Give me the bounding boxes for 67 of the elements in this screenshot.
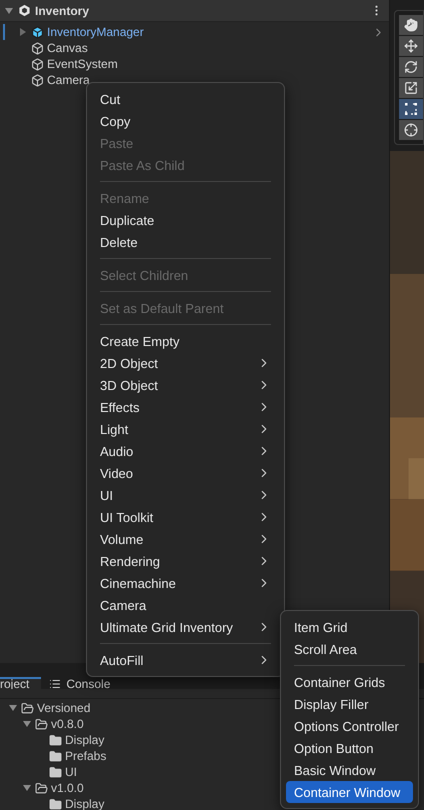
cube-icon <box>31 42 44 54</box>
menu-item[interactable]: Basic Window <box>286 759 413 781</box>
folder-name[interactable]: Versioned <box>37 701 90 715</box>
folder-icon <box>49 734 62 746</box>
cube-icon <box>31 26 44 38</box>
menu-item[interactable]: Option Button <box>286 737 413 759</box>
submenu-item[interactable]: Rendering <box>92 550 279 572</box>
submenu-item[interactable]: AutoFill <box>92 649 279 671</box>
menu-item[interactable]: Item Grid <box>286 616 413 638</box>
folder-icon <box>49 750 62 762</box>
hand-icon <box>404 18 418 32</box>
submenu-item[interactable]: UI Toolkit <box>92 506 279 528</box>
rotate-icon <box>404 60 418 74</box>
expand-arrow-icon[interactable] <box>18 27 28 37</box>
menu-item[interactable]: Display Filler <box>286 693 413 715</box>
open-folder-icon <box>35 718 48 730</box>
submenu-item[interactable]: Video <box>92 462 279 484</box>
submenu-item[interactable]: 3D Object <box>92 374 279 396</box>
tool-button[interactable] <box>399 78 423 98</box>
submenu-item[interactable]: 2D Object <box>92 352 279 374</box>
hierarchy-item[interactable]: EventSystem <box>47 57 385 71</box>
menu-item[interactable]: Delete <box>92 231 279 253</box>
folder-name[interactable]: UI <box>65 765 77 779</box>
folder-icon <box>49 766 62 778</box>
folder-name[interactable]: v1.0.0 <box>51 781 84 795</box>
menu-item[interactable]: Duplicate <box>92 209 279 231</box>
menu-item[interactable]: Options Controller <box>286 715 413 737</box>
submenu-item[interactable]: Light <box>92 418 279 440</box>
tool-button[interactable] <box>399 99 423 119</box>
tool-button[interactable] <box>399 36 423 56</box>
collapse-arrow-icon[interactable] <box>22 719 32 729</box>
menu-item[interactable]: Container Window <box>286 781 413 803</box>
crosshair-icon <box>404 123 418 137</box>
collapse-arrow-icon[interactable] <box>22 783 32 793</box>
panel-tab[interactable]: roject <box>0 677 42 689</box>
folder-icon <box>49 798 62 810</box>
submenu-item[interactable]: Volume <box>92 528 279 550</box>
submenu-item[interactable]: Cinemachine <box>92 572 279 594</box>
folder-name[interactable]: Prefabs <box>65 749 106 763</box>
folder-name[interactable]: Display <box>65 733 104 747</box>
menu-item[interactable]: Cut <box>92 88 279 110</box>
tool-button[interactable] <box>399 120 423 140</box>
hierarchy-item[interactable]: InventoryManager <box>47 25 369 39</box>
collapse-arrow-icon[interactable] <box>4 6 14 16</box>
menu-item[interactable]: Camera <box>92 594 279 616</box>
submenu-item[interactable]: Audio <box>92 440 279 462</box>
menu-item[interactable]: Container Grids <box>286 671 413 693</box>
submenu-item[interactable]: UI <box>92 484 279 506</box>
submenu-item[interactable]: Effects <box>92 396 279 418</box>
submenu-item[interactable]: Ultimate Grid Inventory <box>92 616 279 638</box>
hierarchy-item[interactable]: Canvas <box>47 41 385 55</box>
open-folder-icon <box>35 782 48 794</box>
menu-item[interactable]: Scroll Area <box>286 638 413 660</box>
move-icon <box>404 39 418 53</box>
scene-title: Inventory <box>35 4 90 18</box>
collapse-arrow-icon[interactable] <box>8 703 18 713</box>
cube-icon <box>31 58 44 70</box>
menu-item[interactable]: Create Empty <box>92 330 279 352</box>
cube-icon <box>31 74 44 86</box>
menu-item[interactable]: Copy <box>92 110 279 132</box>
tool-button[interactable] <box>399 15 423 35</box>
scale-icon <box>404 81 418 95</box>
folder-name[interactable]: v0.8.0 <box>51 717 84 731</box>
panel-tab[interactable]: Console <box>41 677 122 689</box>
open-folder-icon <box>21 702 34 714</box>
rect-tool-icon <box>404 102 418 116</box>
tool-button[interactable] <box>399 57 423 77</box>
